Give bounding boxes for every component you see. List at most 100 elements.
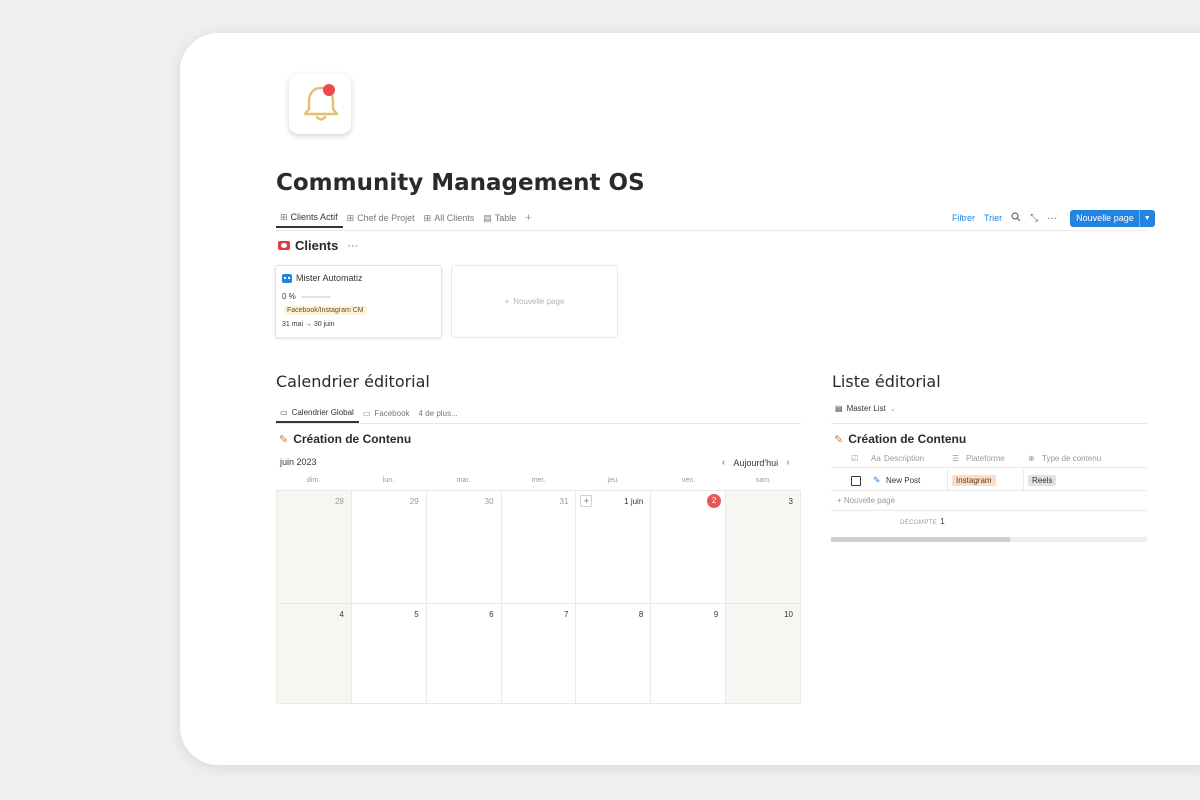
list-section-title[interactable]: Création de Contenu: [848, 432, 966, 446]
weekday-label: ven.: [681, 477, 696, 484]
column-description[interactable]: Description: [884, 454, 924, 463]
client-name: Mister Automatiz: [282, 273, 363, 283]
calendar-day-cell[interactable]: 6: [426, 604, 502, 704]
count-label: DÉCOMPTE: [900, 520, 938, 526]
new-card-label: Nouvelle page: [513, 297, 565, 306]
calendar-nav: ‹ Aujourd'hui ›: [722, 457, 789, 468]
calendar-day-cell[interactable]: 10: [726, 604, 801, 704]
day-number: 1 juin: [624, 497, 644, 506]
tab-table[interactable]: ▤ Table: [479, 208, 521, 228]
checkbox-column-icon[interactable]: ☑: [851, 454, 858, 463]
client-card[interactable]: Mister Automatiz 0 % Facebook/Instagram …: [275, 265, 442, 338]
clients-emoji-icon: [278, 241, 290, 250]
service-tag: Facebook/Instagram CM: [284, 306, 367, 315]
platform-tag[interactable]: Instagram: [952, 475, 996, 486]
calendar-day-cell[interactable]: 31: [501, 491, 577, 604]
day-number: 9: [713, 610, 719, 619]
table-icon: ▤: [483, 212, 492, 223]
divider: [831, 510, 1147, 511]
calendar-section-title[interactable]: Création de Contenu: [293, 432, 411, 446]
day-number: 10: [784, 610, 793, 619]
new-page-label: Nouvelle page: [1070, 209, 1140, 227]
scrollbar-thumb[interactable]: [831, 537, 1010, 542]
calendar-heading: Calendrier éditorial: [276, 372, 430, 391]
search-icon[interactable]: [1011, 211, 1021, 225]
content-emoji-icon: ✎: [834, 433, 844, 446]
calendar-day-cell-today[interactable]: 2: [651, 491, 727, 604]
sort-button[interactable]: Trier: [984, 213, 1002, 223]
client-progress: 0 %: [282, 292, 331, 301]
tab-facebook[interactable]: ▭ Facebook: [359, 403, 415, 423]
calendar-icon: ▭: [362, 408, 371, 418]
gallery-icon: ⊞: [280, 211, 288, 222]
calendar-day-cell[interactable]: 28: [277, 491, 352, 604]
new-card-button[interactable]: + Nouvelle page: [451, 265, 618, 338]
view-tabs: ⊞ Clients Actif ⊞ Chef de Projet ⊞ All C…: [276, 208, 536, 230]
day-number: 4: [339, 610, 344, 619]
tab-calendrier-global[interactable]: ▭ Calendrier Global: [276, 403, 359, 423]
day-number: 29: [409, 497, 419, 506]
calendar-day-cell[interactable]: 9: [651, 604, 727, 704]
day-number: 5: [414, 610, 419, 619]
list-view-selector[interactable]: ▤ Master List ⌄: [835, 404, 896, 413]
list-type-icon: ☰: [952, 454, 960, 463]
more-icon[interactable]: ···: [347, 240, 358, 252]
new-row-button[interactable]: + Nouvelle page: [837, 496, 895, 505]
row-title[interactable]: New Post: [886, 476, 920, 485]
month-label: juin 2023: [280, 457, 317, 467]
chevron-down-icon: ⌄: [889, 405, 896, 413]
clients-title[interactable]: Clients: [295, 238, 338, 253]
calendar-day-cell[interactable]: 3: [726, 491, 801, 604]
progress-label: 0 %: [282, 292, 296, 301]
day-number: 30: [484, 497, 494, 506]
date-range: 31 mai → 30 juin: [282, 321, 335, 328]
count-value: 1: [940, 517, 946, 526]
today-badge: 2: [707, 494, 722, 508]
calendar-day-cell[interactable]: + 1 juin: [576, 491, 652, 604]
clients-header: Clients ···: [278, 238, 358, 253]
plus-icon: +: [837, 496, 844, 505]
weekday-label: sam.: [755, 477, 772, 484]
client-name-text: Mister Automatiz: [296, 273, 363, 283]
calendar-grid: 28 29 30 31 + 1 juin 2 3 4 5 6 7 8 9 10: [276, 490, 801, 704]
column-type-de-contenu[interactable]: Type de contenu: [1042, 454, 1101, 463]
tab-label: 4 de plus...: [418, 408, 458, 418]
chevron-down-icon[interactable]: ▼: [1140, 215, 1155, 222]
gallery-icon: ⊞: [423, 212, 432, 223]
new-page-button[interactable]: Nouvelle page ▼: [1070, 209, 1155, 227]
content-type-tag[interactable]: Reels: [1028, 475, 1057, 486]
page-icon[interactable]: [289, 74, 351, 134]
day-number: 6: [489, 610, 494, 619]
row-count: DÉCOMPTE 1: [900, 517, 945, 526]
page-title: Community Management OS: [276, 170, 645, 196]
day-number: 3: [788, 497, 793, 506]
expand-icon[interactable]: ⤡: [1030, 213, 1038, 224]
calendar-day-cell[interactable]: 4: [277, 604, 352, 704]
calendar-day-cell[interactable]: 5: [351, 604, 427, 704]
add-view-icon[interactable]: +: [521, 208, 535, 228]
chevron-left-icon[interactable]: ‹: [722, 457, 725, 468]
calendar-day-cell[interactable]: 8: [576, 604, 652, 704]
tab-label: Clients Actif: [290, 212, 338, 222]
tab-clients-actif[interactable]: ⊞ Clients Actif: [276, 208, 343, 228]
chevron-right-icon[interactable]: ›: [786, 457, 789, 468]
calendar-icon: ▭: [280, 407, 288, 417]
tab-more-views[interactable]: 4 de plus...: [415, 403, 463, 423]
tab-all-clients[interactable]: ⊞ All Clients: [420, 208, 480, 228]
gallery-icon: ⊞: [346, 212, 355, 223]
bell-icon: [303, 84, 339, 121]
table-row[interactable]: ✎ New Post Instagram Reels: [831, 470, 1147, 491]
tab-chef-de-projet[interactable]: ⊞ Chef de Projet: [343, 208, 420, 228]
day-number: 28: [334, 497, 344, 506]
add-event-button[interactable]: +: [580, 495, 593, 507]
column-plateforme[interactable]: Plateforme: [966, 454, 1005, 463]
today-button[interactable]: Aujourd'hui: [733, 458, 778, 468]
filter-button[interactable]: Filtrer: [952, 213, 975, 223]
row-checkbox[interactable]: [851, 476, 861, 486]
calendar-section-header: ✎ Création de Contenu: [279, 432, 411, 446]
calendar-day-cell[interactable]: 29: [351, 491, 427, 604]
calendar-day-cell[interactable]: 7: [501, 604, 577, 704]
calendar-day-cell[interactable]: 30: [426, 491, 502, 604]
horizontal-scrollbar[interactable]: [831, 537, 1147, 542]
more-icon[interactable]: ···: [1047, 213, 1057, 224]
